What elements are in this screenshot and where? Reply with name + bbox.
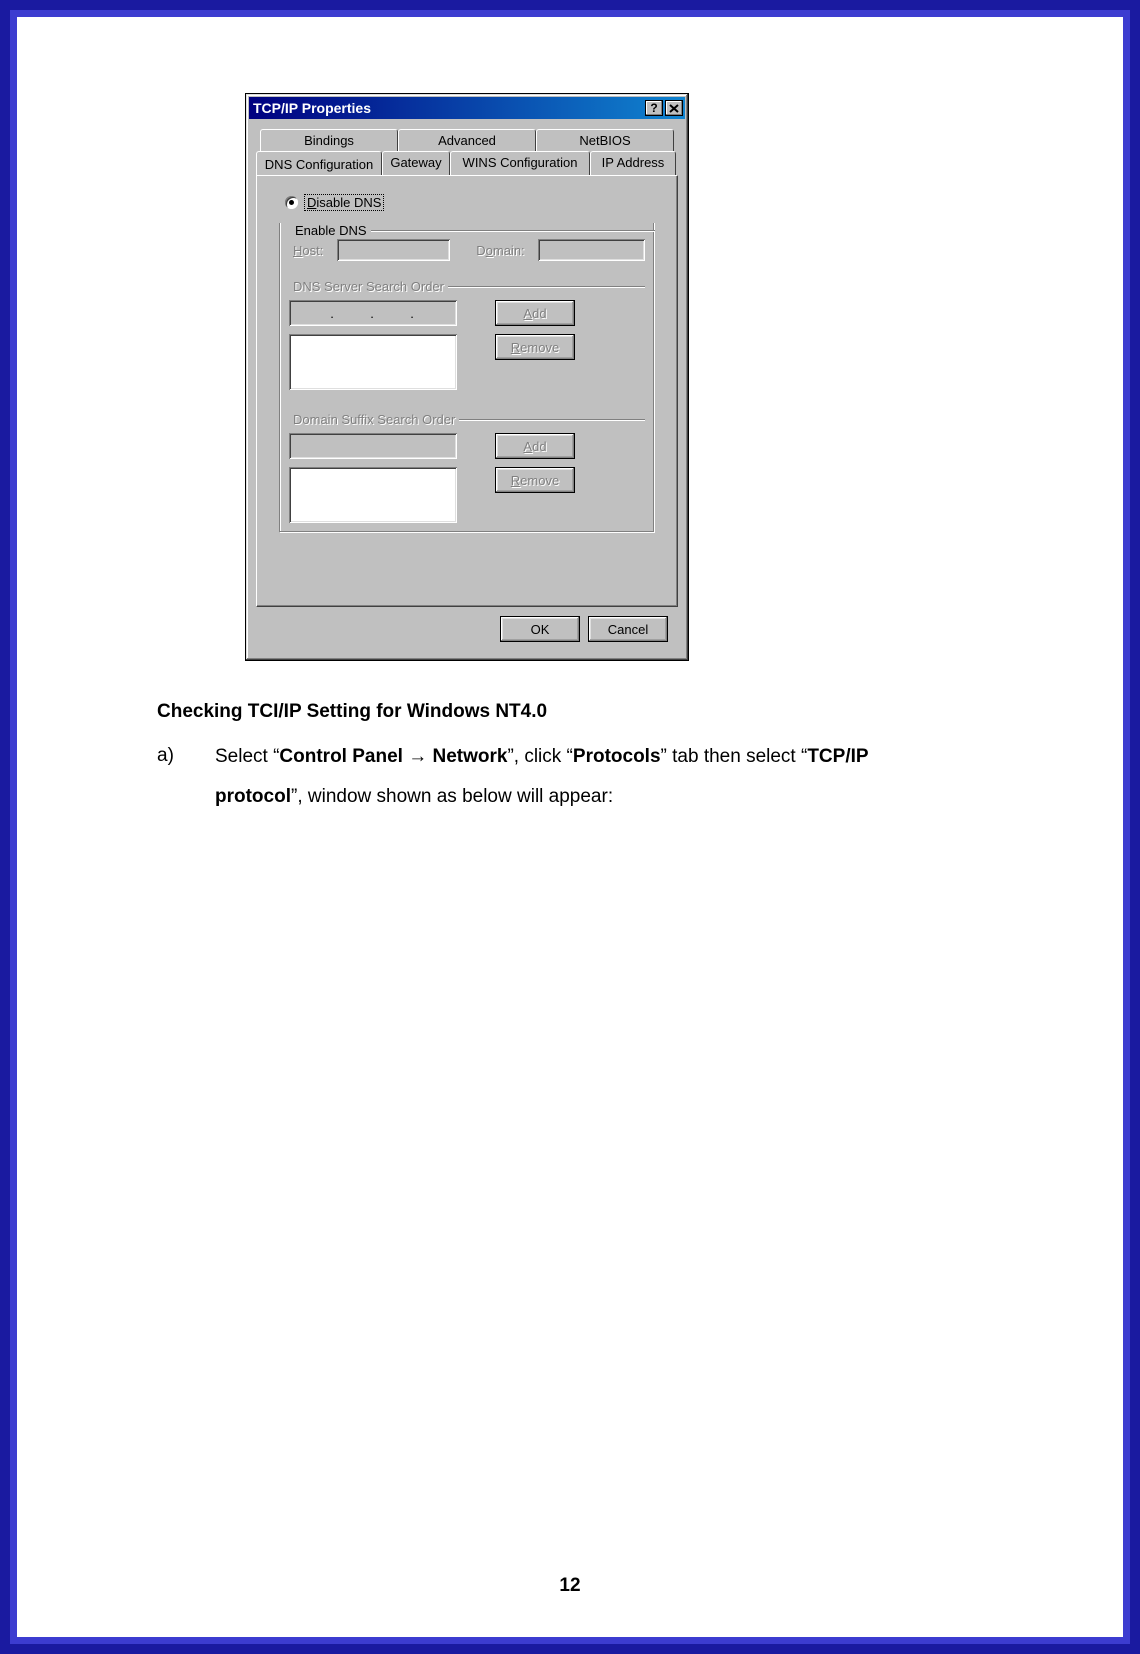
radio-icon [285, 196, 298, 209]
ok-button[interactable]: OK [500, 616, 580, 642]
list-item: a) Select “Control Panel → Network”, cli… [157, 737, 947, 817]
list-body: Select “Control Panel → Network”, click … [215, 737, 947, 817]
domain-label: Domain: [476, 243, 537, 258]
cancel-button[interactable]: Cancel [588, 616, 668, 642]
tab-dns-configuration[interactable]: DNS Configuration [256, 151, 382, 177]
tcpip-properties-dialog: TCP/IP Properties ? Bindings Advanced Ne… [245, 93, 689, 661]
dns-list[interactable] [289, 334, 457, 390]
host-label: Host: [293, 243, 337, 258]
tab-advanced[interactable]: Advanced [398, 129, 536, 151]
tab-bindings[interactable]: Bindings [260, 129, 398, 151]
dns-add-button[interactable]: Add [495, 300, 575, 326]
dns-order-legend: DNS Server Search Order [289, 279, 448, 294]
dialog-button-bar: OK Cancel [256, 608, 678, 650]
radio-disable-dns-label: Disable DNS [304, 194, 384, 211]
tab-panel: Disable DNS Enable DNS [256, 175, 678, 607]
window-title: TCP/IP Properties [253, 100, 643, 116]
dialog-body: Bindings Advanced NetBIOS DNS Configurat… [248, 120, 686, 658]
domain-suffix-legend: Domain Suffix Search Order [289, 412, 459, 427]
suffix-remove-button[interactable]: Remove [495, 467, 575, 493]
page-number: 12 [17, 1575, 1123, 1597]
suffix-input[interactable] [289, 433, 457, 459]
suffix-list[interactable] [289, 467, 457, 523]
dns-remove-button[interactable]: Remove [495, 334, 575, 360]
dns-ip-input[interactable]: . . . [289, 300, 457, 326]
tab-row-back: Bindings Advanced NetBIOS [260, 129, 678, 151]
close-button[interactable] [665, 100, 683, 116]
dns-server-order-group: DNS Server Search Order . . . [289, 271, 645, 390]
tab-netbios[interactable]: NetBIOS [536, 129, 674, 151]
tab-gateway[interactable]: Gateway [382, 151, 450, 176]
domain-suffix-order-group: Domain Suffix Search Order Add Remove [289, 404, 645, 523]
enable-dns-group: Enable DNS Host: Domain: [279, 215, 655, 533]
tab-ip-address[interactable]: IP Address [590, 151, 676, 176]
host-domain-row: Host: Domain: [293, 239, 645, 261]
suffix-add-button[interactable]: Add [495, 433, 575, 459]
document-text: Checking TCI/IP Setting for Windows NT4.… [157, 693, 947, 817]
title-bar: TCP/IP Properties ? [249, 97, 685, 119]
radio-disable-dns[interactable]: Disable DNS [285, 194, 655, 211]
section-heading: Checking TCI/IP Setting for Windows NT4.… [157, 693, 947, 731]
help-button[interactable]: ? [645, 100, 663, 116]
tab-wins-configuration[interactable]: WINS Configuration [450, 151, 590, 176]
list-marker: a) [157, 737, 215, 817]
radio-enable-dns[interactable]: Enable DNS [285, 223, 371, 238]
host-input[interactable] [337, 239, 450, 261]
domain-input[interactable] [538, 239, 645, 261]
tab-row-front: DNS Configuration Gateway WINS Configura… [256, 151, 678, 176]
